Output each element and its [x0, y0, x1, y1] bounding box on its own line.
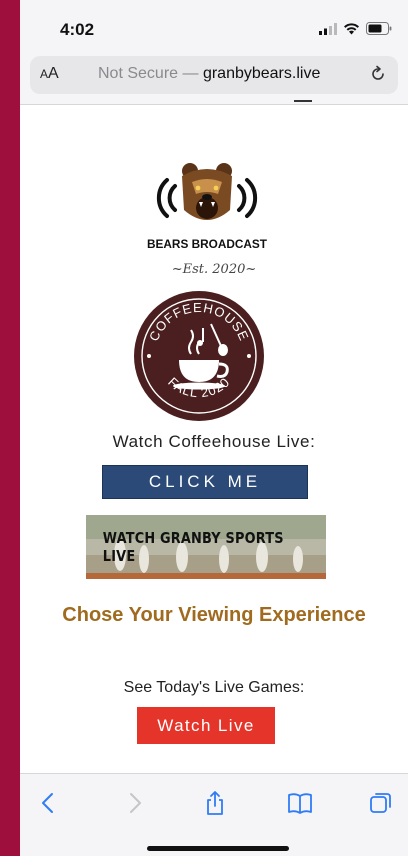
status-time: 4:02 — [60, 20, 95, 39]
reload-icon[interactable] — [368, 64, 388, 84]
status-icons — [319, 22, 392, 35]
aa-large-letter: A — [48, 65, 59, 82]
hamburger-menu-icon[interactable] — [294, 100, 312, 102]
watch-live-button[interactable]: Watch Live — [137, 707, 275, 744]
url-domain: granbybears.live — [202, 65, 321, 82]
browser-top-bar: 4:02 AA Not Secure — granbybears.live — [20, 0, 408, 105]
sports-banner-text: WATCH GRANBY SPORTS LIVE — [102, 529, 284, 565]
home-indicator — [147, 846, 289, 851]
watch-sports-banner[interactable]: WATCH GRANBY SPORTS LIVE — [86, 515, 326, 579]
click-me-button[interactable]: CLICK ME — [102, 465, 308, 499]
logo-brand-text: BEARS BROADCAST — [147, 237, 268, 251]
wifi-icon — [344, 23, 359, 35]
badge-dot-left — [147, 354, 151, 358]
badge-dot-right — [247, 354, 251, 358]
cellular-signal-icon — [319, 22, 337, 35]
bears-broadcast-logo[interactable]: BEARS BROADCAST — [144, 160, 270, 256]
browser-bottom-toolbar — [20, 773, 408, 856]
chevron-right-icon[interactable] — [121, 790, 147, 816]
battery-icon — [366, 22, 392, 35]
viewing-experience-heading: Chose Your Viewing Experience — [62, 604, 366, 626]
todays-games-label: See Today's Live Games: — [123, 679, 305, 696]
browser-frame: 4:02 AA Not Secure — granbybears.live BE… — [20, 0, 408, 856]
url-text[interactable]: Not Secure — granbybears.live — [98, 65, 320, 83]
security-warning-text: Not Secure — — [98, 65, 203, 82]
bear-head-icon — [182, 163, 232, 220]
broadcast-waves-left-icon — [156, 178, 177, 218]
share-icon[interactable] — [202, 790, 228, 816]
tabs-icon[interactable] — [368, 790, 394, 816]
coffeehouse-badge[interactable]: COFFEEHOUSE FALL 2020 — [133, 290, 265, 422]
broadcast-waves-right-icon — [237, 178, 258, 218]
url-bar[interactable]: AA Not Secure — granbybears.live — [30, 56, 398, 94]
chevron-left-icon[interactable] — [36, 790, 62, 816]
aa-small-letter: A — [40, 67, 49, 81]
reader-aa-button[interactable]: AA — [40, 65, 59, 83]
watch-coffeehouse-label: Watch Coffeehouse Live: — [112, 432, 316, 451]
book-icon[interactable] — [287, 790, 313, 816]
established-text: ~Est. 2020~ — [171, 262, 257, 277]
